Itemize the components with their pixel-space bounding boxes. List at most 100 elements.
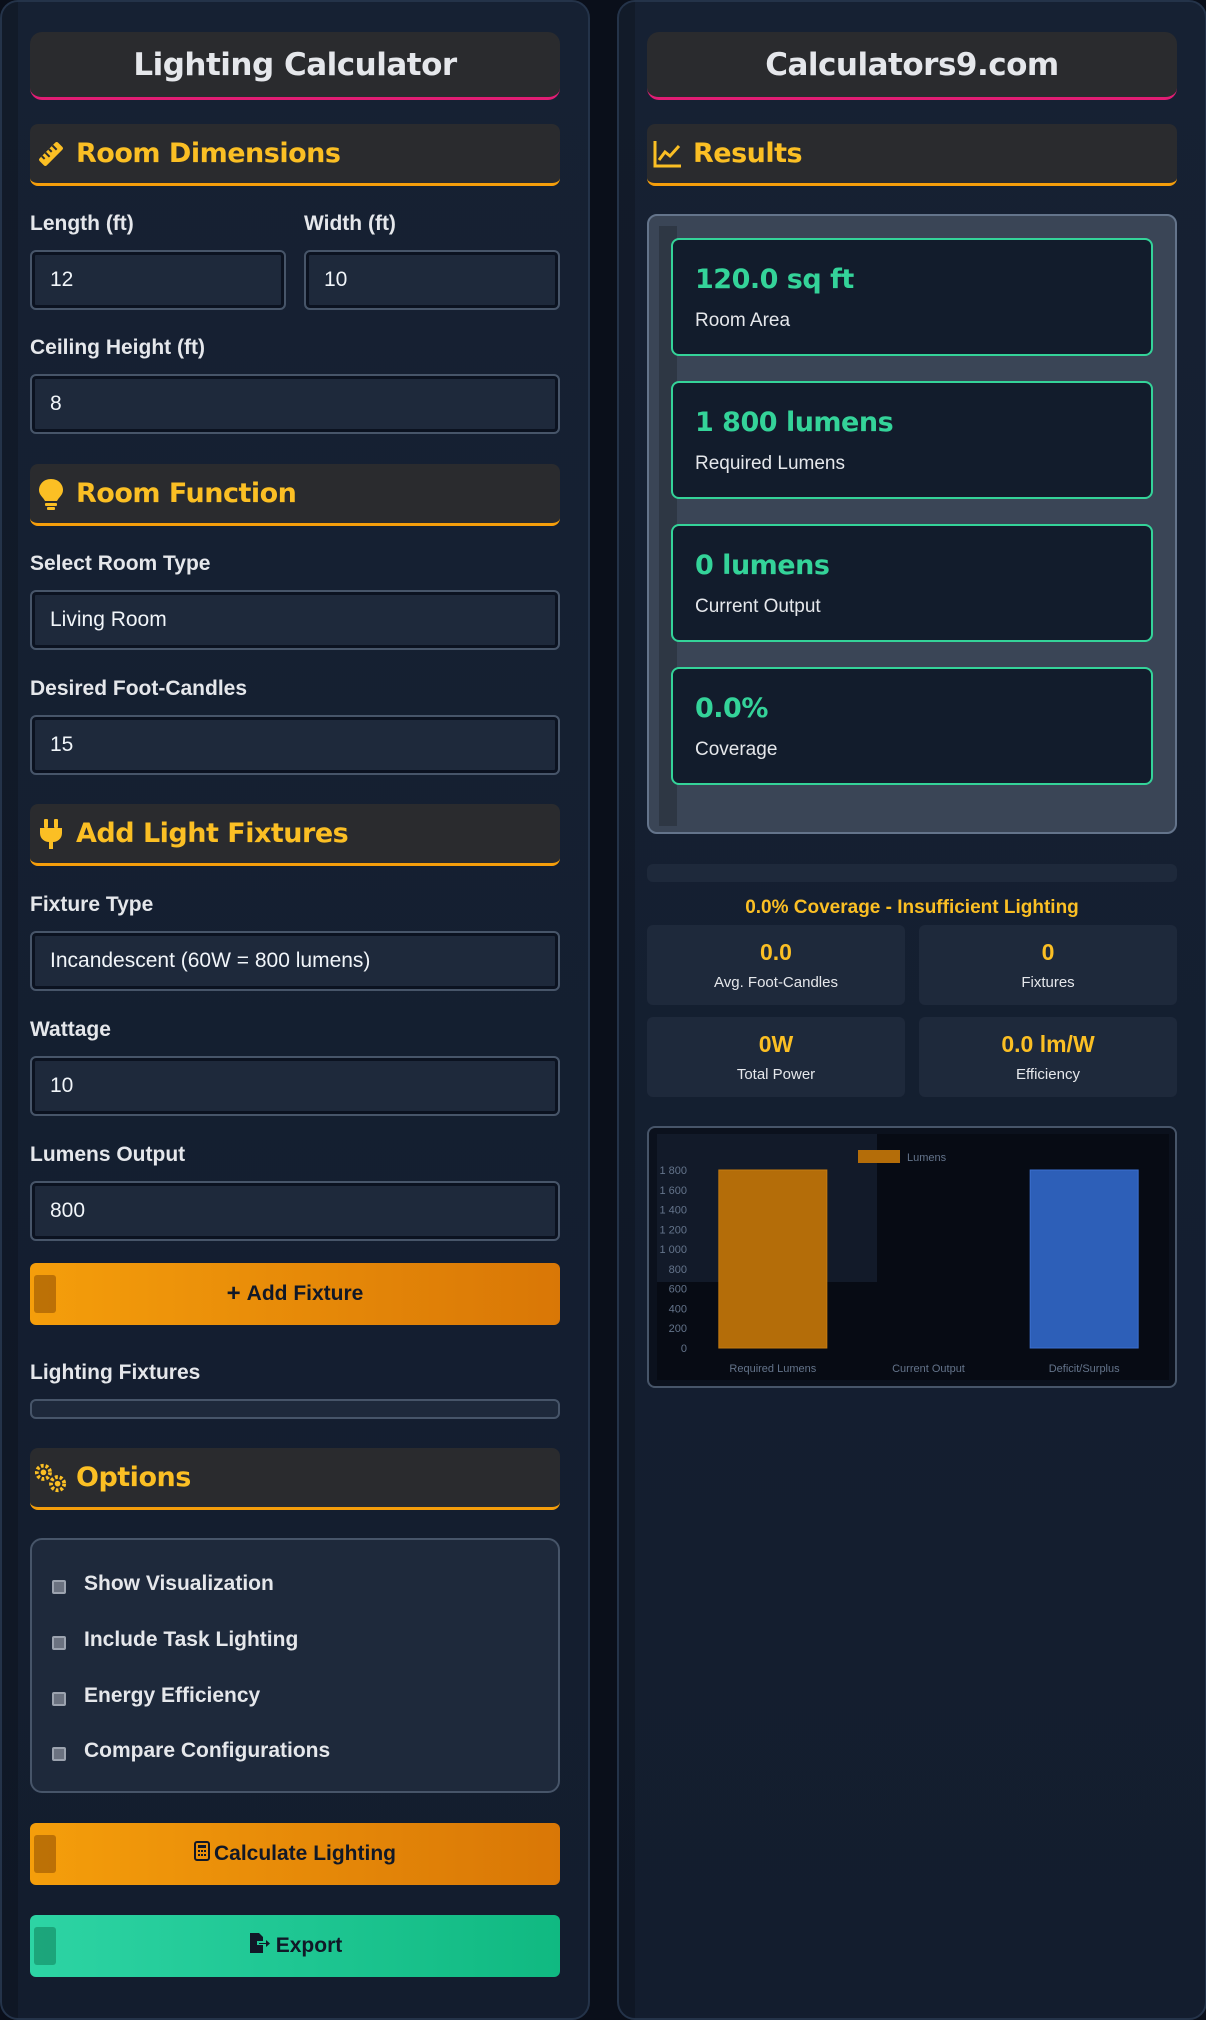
stat-value: 0 <box>1041 939 1055 965</box>
wattage-input[interactable]: 10 <box>30 1056 560 1116</box>
foot-candles-label: Desired Foot-Candles <box>30 677 248 700</box>
result-card-required-lumens: 1 800 lumens Required Lumens <box>671 381 1153 499</box>
current-output-value: 0 lumens <box>695 550 830 581</box>
plus-icon: + <box>226 1280 241 1307</box>
room-function-title: Room Function <box>76 478 297 509</box>
width-input[interactable]: 10 <box>304 250 560 310</box>
result-card-room-area: 120.0 sq ft Room Area <box>671 238 1153 356</box>
y-tick-label: 1 200 <box>659 1224 687 1236</box>
calculate-lighting-button[interactable]: Calculate Lighting <box>30 1823 560 1885</box>
results-title: Results <box>693 138 803 169</box>
site-title: Calculators9.com <box>647 32 1177 100</box>
checkbox[interactable] <box>52 1636 66 1650</box>
room-area-value: 120.0 sq ft <box>695 264 854 295</box>
option-label: Energy Efficiency <box>84 1684 261 1707</box>
lighting-fixtures-label: Lighting Fixtures <box>30 1361 201 1384</box>
stat-label: Fixtures <box>1021 974 1075 991</box>
chart-bar <box>718 1169 828 1349</box>
option-include-task-lighting[interactable]: Include Task Lighting <box>52 1628 298 1652</box>
option-compare-configurations[interactable]: Compare Configurations <box>52 1739 330 1763</box>
width-label: Width (ft) <box>304 212 396 235</box>
stat-label: Avg. Foot-Candles <box>714 974 838 991</box>
add-fixture-button[interactable]: + Add Fixture <box>30 1263 560 1325</box>
stat-value: 0.0 <box>760 939 792 965</box>
file-export-icon <box>248 1932 270 1960</box>
calculate-lighting-label: Calculate Lighting <box>213 1842 396 1865</box>
page-title: Lighting Calculator <box>30 32 560 100</box>
checkbox[interactable] <box>52 1747 66 1761</box>
gears-icon <box>34 1461 68 1495</box>
button-grip <box>34 1275 56 1313</box>
options-box: Show Visualization Include Task Lighting… <box>30 1538 560 1793</box>
lumens-output-label: Lumens Output <box>30 1143 186 1166</box>
stat-efficiency: 0.0 lm/W Efficiency <box>919 1017 1177 1097</box>
export-label: Export <box>275 1934 343 1957</box>
y-tick-label: 1 800 <box>659 1165 687 1177</box>
results-heading: Results <box>647 124 1177 186</box>
length-input[interactable]: 12 <box>30 250 286 310</box>
fixtures-list <box>30 1399 560 1419</box>
coverage-value: 0.0% <box>695 693 768 724</box>
y-tick-label: 600 <box>669 1284 687 1296</box>
fixture-type-select[interactable]: Incandescent (60W = 800 lumens) <box>30 931 560 991</box>
room-dimensions-heading: Room Dimensions <box>30 124 560 186</box>
option-show-visualization[interactable]: Show Visualization <box>52 1572 274 1596</box>
coverage-status: 0.0% Coverage - Insufficient Lighting <box>745 897 1079 918</box>
room-type-select[interactable]: Living Room <box>30 590 560 650</box>
checkbox[interactable] <box>52 1692 66 1706</box>
y-tick-label: 1 400 <box>659 1205 687 1217</box>
fixture-type-label: Fixture Type <box>30 893 154 916</box>
y-tick-label: 200 <box>669 1323 687 1335</box>
current-output-label: Current Output <box>695 596 821 617</box>
x-category-label: Current Output <box>892 1363 965 1375</box>
options-title: Options <box>76 1462 191 1493</box>
stat-value: 0W <box>758 1031 794 1057</box>
option-label: Compare Configurations <box>84 1739 331 1762</box>
calculator-icon <box>193 1841 210 1867</box>
required-lumens-label: Required Lumens <box>695 453 845 474</box>
x-category-label: Required Lumens <box>729 1363 816 1375</box>
option-label: Include Task Lighting <box>84 1628 299 1651</box>
chart-line-icon <box>651 137 685 171</box>
ceiling-height-label: Ceiling Height (ft) <box>30 336 205 359</box>
stat-fixtures: 0 Fixtures <box>919 925 1177 1005</box>
option-energy-efficiency[interactable]: Energy Efficiency <box>52 1684 260 1708</box>
y-tick-label: 800 <box>669 1264 687 1276</box>
stat-total-power: 0W Total Power <box>647 1017 905 1097</box>
option-label: Show Visualization <box>84 1572 274 1595</box>
y-tick-label: 400 <box>669 1303 687 1315</box>
coverage-progress-bar <box>647 864 1177 882</box>
lighting-calculator-panel: Lighting Calculator Room Dimensions Leng… <box>0 0 590 2020</box>
y-tick-label: 1 000 <box>659 1244 687 1256</box>
result-card-current-output: 0 lumens Current Output <box>671 524 1153 642</box>
y-tick-label: 0 <box>681 1343 687 1355</box>
button-grip <box>34 1835 56 1873</box>
lumens-chart: 1 800 1 600 1 400 1 200 1 000 800 600 400 200 0 Lu… <box>647 1126 1177 1388</box>
foot-candles-input[interactable]: 15 <box>30 715 560 775</box>
add-fixture-label: Add Fixture <box>246 1282 364 1305</box>
lumens-output-input[interactable]: 800 <box>30 1181 560 1241</box>
y-tick-label: 1 600 <box>659 1185 687 1197</box>
results-cards: 120.0 sq ft Room Area 1 800 lumens Requi… <box>647 214 1177 834</box>
stat-label: Efficiency <box>1016 1066 1080 1083</box>
plug-icon <box>34 817 68 851</box>
button-grip <box>34 1927 56 1965</box>
length-label: Length (ft) <box>30 212 134 235</box>
lightbulb-icon <box>34 477 68 511</box>
result-card-coverage: 0.0% Coverage <box>671 667 1153 785</box>
stat-label: Total Power <box>736 1066 816 1083</box>
required-lumens-value: 1 800 lumens <box>695 407 894 438</box>
checkbox[interactable] <box>52 1580 66 1594</box>
chart-bar <box>1029 1169 1139 1349</box>
room-function-heading: Room Function <box>30 464 560 526</box>
coverage-label: Coverage <box>695 739 778 760</box>
stat-avg-foot-candles: 0.0 Avg. Foot-Candles <box>647 925 905 1005</box>
add-fixtures-heading: Add Light Fixtures <box>30 804 560 866</box>
x-category-label: Deficit/Surplus <box>1049 1363 1120 1375</box>
ceiling-height-input[interactable]: 8 <box>30 374 560 434</box>
options-heading: Options <box>30 1448 560 1510</box>
results-panel: Calculators9.com Results 120.0 sq ft Roo… <box>617 0 1206 2020</box>
export-button[interactable]: Export <box>30 1915 560 1977</box>
stat-value: 0.0 lm/W <box>1001 1031 1095 1057</box>
room-area-label: Room Area <box>695 310 791 331</box>
